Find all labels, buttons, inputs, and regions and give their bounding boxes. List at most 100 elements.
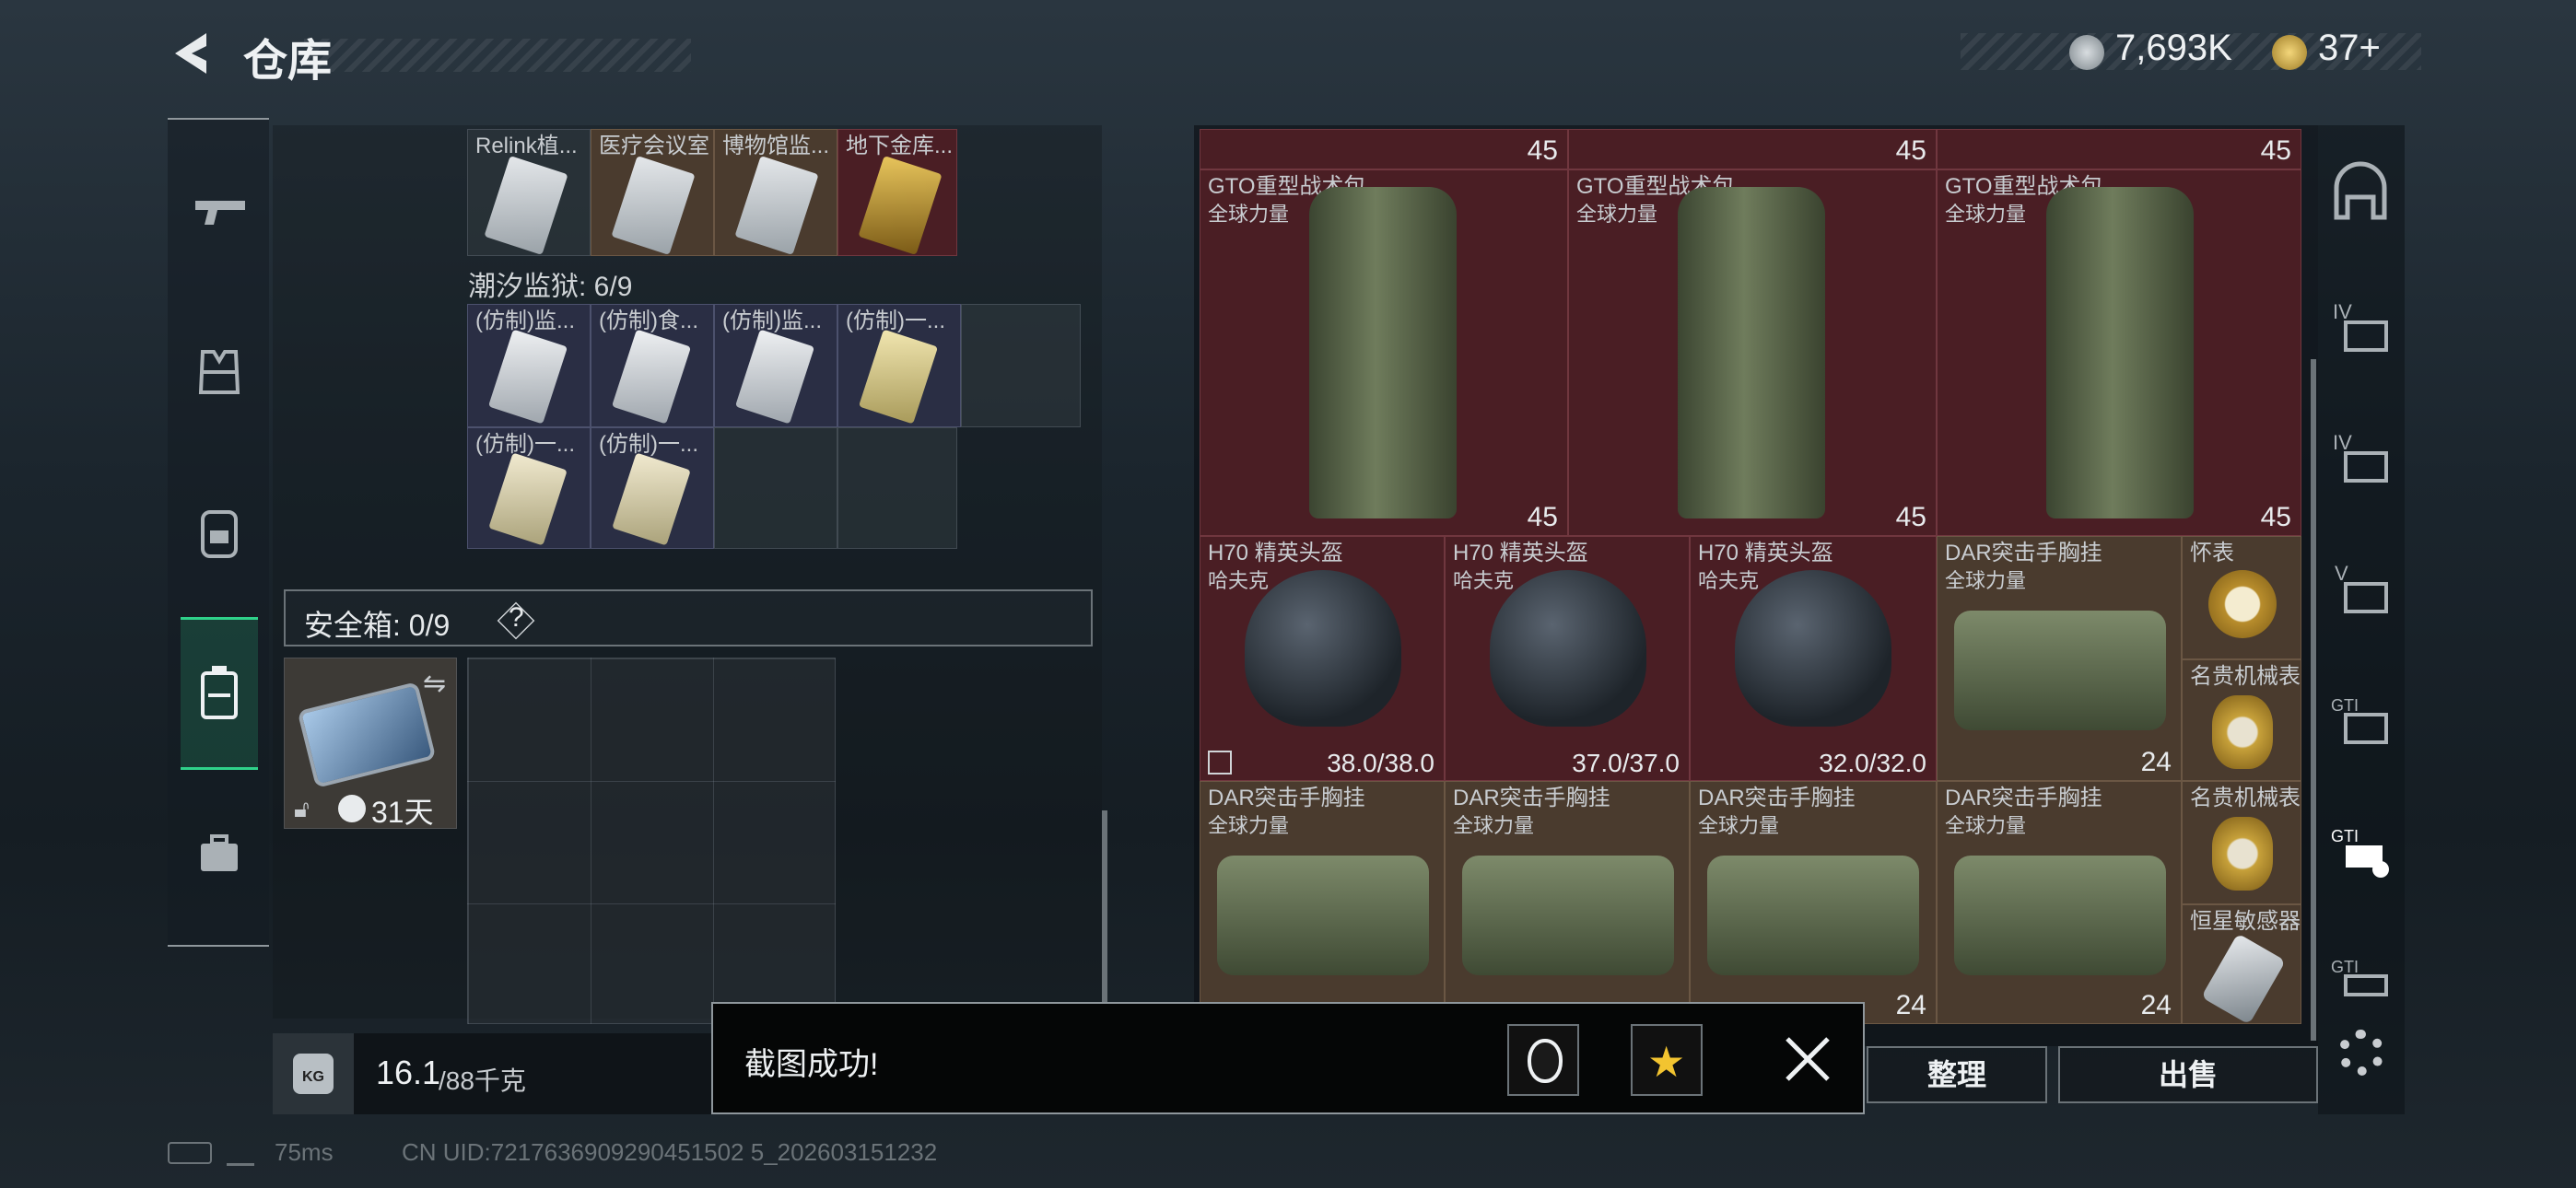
key-slot[interactable]: (仿制)食... [591, 304, 714, 427]
backpack-icon [2046, 187, 2194, 518]
tier-iv-icon: IV [2333, 300, 2388, 352]
battery-icon [168, 1142, 212, 1164]
key-slot[interactable]: 博物馆监... [714, 129, 837, 256]
empty-slot[interactable] [714, 427, 837, 549]
clock-icon [338, 795, 366, 822]
filter-gti-b[interactable]: GTI [2324, 945, 2397, 1019]
category-tools[interactable] [181, 801, 258, 910]
backpack-slot-partial[interactable]: 45 [1568, 129, 1937, 169]
panel-scrollbar[interactable] [1102, 810, 1107, 1013]
filter-gti-a[interactable]: GTI [2324, 683, 2397, 757]
empty-slot[interactable] [961, 304, 1081, 427]
item-name: H70 精英头盔 [1208, 541, 1343, 565]
warehouse-screen: { "header": {"title": "仓库", "currency_va… [0, 0, 2576, 1188]
category-containers-active[interactable] [181, 617, 258, 770]
share-qzone-button[interactable]: ★ [1631, 1024, 1703, 1096]
penguin-icon [1528, 1039, 1563, 1083]
helmet-item[interactable]: H70 精英头盔 哈夫克 32.0/32.0 [1690, 536, 1937, 781]
pocket-watch-icon [2208, 570, 2277, 638]
filter-all[interactable] [2324, 160, 2397, 234]
signal-icon [227, 1138, 254, 1166]
chest-rig-icon [1707, 856, 1919, 975]
keycard-icon [487, 329, 568, 425]
chest-rig-item[interactable]: DAR突击手胸挂 全球力量 [1200, 781, 1445, 1024]
item-sub: 全球力量 [1208, 814, 1290, 837]
backpack-item[interactable]: GTO重型战术包 全球力量 45 [1937, 169, 2301, 536]
watch-icon [2212, 817, 2273, 891]
swap-icon[interactable]: ⇋ [423, 668, 446, 700]
item-label: (仿制)监... [722, 309, 822, 333]
item-sub: 全球力量 [1576, 203, 1658, 226]
pistol-icon [195, 201, 245, 225]
svg-text:GTI: GTI [2331, 958, 2359, 976]
key-slot[interactable]: 医疗会议室 [591, 129, 714, 256]
item-name: DAR突击手胸挂 [1945, 786, 2102, 810]
key-slot[interactable]: (仿制)一... [467, 427, 591, 549]
item-label: (仿制)一... [599, 432, 698, 457]
backpack-icon [1309, 187, 1457, 518]
key-slot[interactable]: (仿制)一... [591, 427, 714, 549]
item-label: (仿制)一... [846, 309, 945, 333]
backpack-item[interactable]: GTO重型战术包 全球力量 45 [1200, 169, 1568, 536]
luxury-watch-item[interactable]: 名贵机械表 [2182, 659, 2301, 781]
ticket-icon [2272, 35, 2307, 70]
keycard-icon [858, 329, 939, 425]
container-icon [201, 666, 238, 719]
page-title: 仓库 [243, 37, 333, 86]
item-sub: 全球力量 [1698, 814, 1780, 837]
category-weapons[interactable] [181, 155, 258, 263]
storage-scrollbar[interactable] [2311, 359, 2316, 1041]
filter-tier4-a[interactable]: IV [2324, 291, 2397, 365]
item-name: 恒星敏感器 [2190, 909, 2301, 934]
item-label: 博物馆监... [722, 134, 830, 158]
keycard-icon [488, 452, 568, 546]
item-label: Relink植... [475, 134, 578, 158]
backpack-item[interactable]: GTO重型战术包 全球力量 45 [1568, 169, 1937, 536]
filter-tier5[interactable]: V [2324, 553, 2397, 626]
share-qq-button[interactable] [1507, 1024, 1579, 1096]
keycard-icon [734, 329, 815, 425]
keycard-icon [611, 156, 696, 255]
helmet-item[interactable]: H70 精英头盔 哈夫克 38.0/38.0 [1200, 536, 1445, 781]
sort-button[interactable]: 整理 [1867, 1046, 2047, 1103]
key-slot[interactable]: (仿制)监... [714, 304, 837, 427]
chest-rig-item[interactable]: DAR突击手胸挂 全球力量 24 [1937, 536, 2182, 781]
chest-rig-item[interactable]: DAR突击手胸挂 全球力量 24 [1690, 781, 1937, 1024]
pocket-watch-item[interactable]: 怀表 [2182, 536, 2301, 659]
safe-grid[interactable] [467, 658, 836, 1024]
backpack-slot-partial[interactable]: 45 [1937, 129, 2301, 169]
key-slot[interactable]: (仿制)监... [467, 304, 591, 427]
key-slot[interactable]: 地下金库... [837, 129, 957, 256]
empty-slot[interactable] [837, 427, 957, 549]
chest-rig-item[interactable]: DAR突击手胸挂 全球力量 [1445, 781, 1690, 1024]
keycard-icon [612, 452, 691, 546]
gti-icon: GTI [2331, 958, 2388, 996]
category-armor[interactable] [181, 317, 258, 425]
sell-button[interactable]: 出售 [2058, 1046, 2318, 1103]
filter-tier4-b[interactable]: IV [2324, 422, 2397, 495]
filter-gti-active[interactable]: GTI [2324, 814, 2397, 888]
luxury-watch-item[interactable]: 名贵机械表 [2182, 781, 2301, 904]
key-slot[interactable]: Relink植... [467, 129, 591, 256]
safe-case-item[interactable]: ⇋ 🔓︎ 31天 [284, 658, 457, 829]
svg-text:GTI: GTI [2331, 827, 2359, 845]
star-sensor-item[interactable]: 恒星敏感器 [2182, 904, 2301, 1025]
chest-rig-item[interactable]: DAR突击手胸挂 全球力量 24 [1937, 781, 2182, 1024]
category-backpacks[interactable] [181, 479, 258, 588]
sensor-icon [2201, 933, 2286, 1025]
coin-icon [2069, 35, 2104, 70]
ping-text: 75ms [275, 1138, 334, 1166]
uid-text: CN UID:7217636909290451502 5_20260315123… [402, 1138, 938, 1166]
close-icon[interactable] [1780, 1031, 1835, 1087]
backpack-slot-partial[interactable]: 45 [1200, 129, 1568, 169]
chest-rig-icon [1954, 611, 2166, 730]
house-icon [2334, 161, 2387, 220]
helmet-item[interactable]: H70 精英头盔 哈夫克 37.0/37.0 [1445, 536, 1690, 781]
back-arrow-icon[interactable] [166, 26, 214, 81]
item-name: DAR突击手胸挂 [1208, 786, 1365, 810]
keycard-icon [734, 156, 819, 255]
ticket-value[interactable]: 37+ [2318, 28, 2381, 69]
key-slot[interactable]: (仿制)一... [837, 304, 961, 427]
gear-icon[interactable] [2338, 1030, 2384, 1076]
item-sub: 全球力量 [1945, 569, 2027, 592]
